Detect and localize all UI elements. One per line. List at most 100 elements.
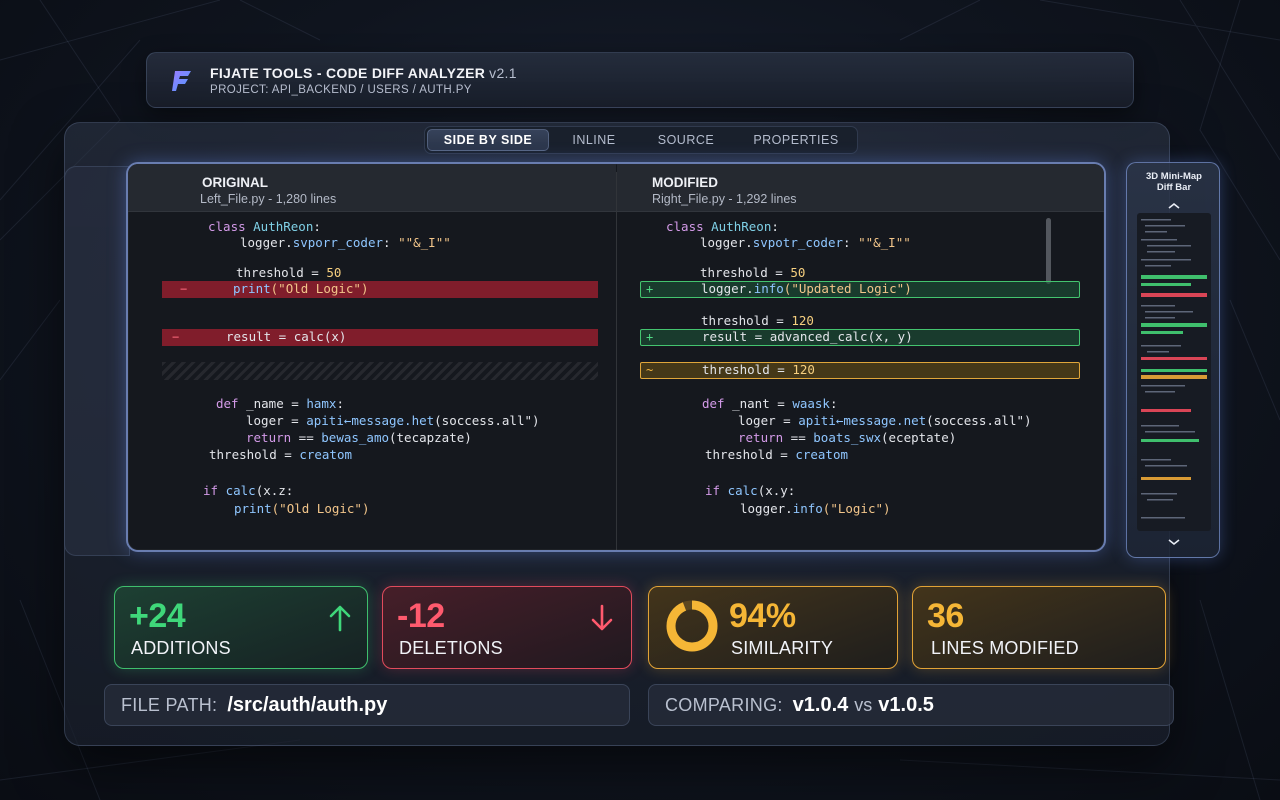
- code-token: (x.y:: [757, 483, 796, 498]
- code-line: logger.svporr_coder: ""&_I"": [240, 235, 451, 251]
- additions-label: ADDITIONS: [131, 638, 231, 658]
- chevron-up-icon[interactable]: [1167, 201, 1181, 211]
- code-token: calc: [727, 483, 758, 498]
- code-token: 120: [792, 362, 815, 377]
- code-token: ""&_I"": [398, 235, 451, 250]
- tab-side-by-side[interactable]: SIDE BY SIDE: [427, 129, 549, 151]
- code-token: loger =: [246, 413, 307, 428]
- code-token: 120: [791, 313, 814, 328]
- lines-modified-card: 36 LINES MODIFIED: [912, 586, 1166, 669]
- code-token: info: [753, 281, 784, 296]
- code-token: logger.: [701, 281, 754, 296]
- comparing-label: COMPARING:: [665, 694, 783, 715]
- code-line: threshold = 120: [702, 362, 815, 378]
- code-token: waask: [792, 396, 830, 411]
- code-token: calc: [225, 483, 256, 498]
- file-path-bar: FILE PATH: /src/auth/auth.py: [104, 684, 630, 726]
- code-token: ("Old Logic"): [270, 281, 369, 296]
- code-token: 50: [326, 265, 342, 280]
- code-token: :: [771, 219, 779, 234]
- code-token: ("Old Logic"): [271, 501, 370, 516]
- code-token: bewas_amo: [321, 430, 389, 445]
- deletions-label: DELETIONS: [399, 638, 503, 658]
- view-tabs: SIDE BY SIDE INLINE SOURCE PROPERTIES: [424, 126, 858, 154]
- app-logo-icon: [172, 71, 191, 91]
- code-token: threshold =: [705, 447, 796, 462]
- code-line: if calc(x.y:: [705, 483, 795, 499]
- tab-properties[interactable]: PROPERTIES: [737, 129, 855, 151]
- additions-card: +24 ADDITIONS: [114, 586, 368, 669]
- mini-map-preview[interactable]: [1137, 213, 1211, 531]
- code-token: logger.: [240, 235, 293, 250]
- code-token: ""&_I"": [858, 235, 911, 250]
- code-line: return == boats_swx(eceptate): [738, 430, 956, 446]
- code-token: threshold =: [236, 265, 327, 280]
- code-token: :: [313, 219, 321, 234]
- code-token: if: [203, 483, 226, 498]
- code-line: threshold = 50: [236, 265, 341, 281]
- code-token: AuthReon: [711, 219, 772, 234]
- code-line: result = calc(x): [226, 329, 347, 344]
- code-token: 50: [790, 265, 806, 280]
- mini-map-title-line: Diff Bar: [1156, 182, 1192, 193]
- code-token: info: [792, 501, 823, 516]
- similarity-label: SIMILARITY: [731, 638, 834, 658]
- code-token: class: [208, 219, 254, 234]
- editor-scrollbar[interactable]: [1046, 218, 1051, 284]
- code-token: =: [769, 396, 793, 411]
- code-token: boats_swx: [813, 430, 881, 445]
- code-line: def _nant = waask:: [702, 396, 838, 412]
- modified-pane-header: MODIFIED Right_File.py - 1,292 lines: [617, 164, 1104, 212]
- original-title: ORIGINAL: [202, 175, 268, 190]
- code-token: _nant: [732, 396, 770, 411]
- arrow-up-icon: [329, 605, 351, 632]
- code-token: def: [702, 396, 733, 411]
- code-line: threshold = creatom: [705, 447, 848, 463]
- mini-map-lines: [1141, 219, 1207, 519]
- side-rail: [64, 166, 130, 556]
- code-token: (eceptate): [881, 430, 957, 445]
- deletions-value: -12: [397, 597, 445, 635]
- code-line: class AuthReon:: [208, 219, 321, 235]
- code-token: AuthReon: [253, 219, 314, 234]
- tab-inline[interactable]: INLINE: [553, 129, 635, 151]
- additions-value: +24: [129, 597, 186, 635]
- code-token: threshold =: [701, 313, 792, 328]
- similarity-value: 94%: [729, 597, 796, 635]
- deletions-card: -12 DELETIONS: [382, 586, 632, 669]
- modification-marker: ~: [646, 363, 654, 377]
- code-line: loger = apiti←message.net(soccess.all"): [738, 413, 1032, 429]
- code-line: def _name = hamx:: [216, 396, 344, 412]
- diff-editor: ORIGINAL Left_File.py - 1,280 lines MODI…: [126, 162, 1106, 552]
- code-token: apiti←message.het: [306, 413, 435, 428]
- tab-source[interactable]: SOURCE: [639, 129, 733, 151]
- code-token: :: [829, 396, 838, 411]
- code-token: svporr_coder: [292, 235, 383, 250]
- file-path-value[interactable]: /src/auth/auth.py: [227, 694, 387, 717]
- code-token: threshold =: [700, 265, 791, 280]
- empty-placeholder-line: [162, 362, 598, 380]
- arrow-down-icon: [591, 604, 613, 631]
- original-pane-header: ORIGINAL Left_File.py - 1,280 lines: [128, 164, 616, 212]
- code-token: _name: [246, 396, 284, 411]
- code-token: print: [233, 281, 271, 296]
- code-token: print: [234, 501, 272, 516]
- code-line: print("Old Logic"): [234, 501, 369, 517]
- project-breadcrumb: PROJECT: API_BACKEND / USERS / AUTH.PY: [210, 84, 472, 96]
- chevron-down-icon[interactable]: [1167, 537, 1181, 547]
- code-token: class: [666, 219, 712, 234]
- code-token: ==: [291, 430, 322, 445]
- code-token: (soccess.all"): [434, 413, 540, 428]
- lines-modified-label: LINES MODIFIED: [931, 638, 1079, 658]
- code-token: logger.: [700, 235, 753, 250]
- code-line: logger.info("Updated Logic"): [701, 281, 912, 297]
- version-a[interactable]: v1.0.4: [793, 694, 849, 717]
- code-token: def: [216, 396, 247, 411]
- version-b[interactable]: v1.0.5: [878, 694, 934, 717]
- code-token: ("Updated Logic"): [783, 281, 912, 296]
- code-token: hamx: [306, 396, 337, 411]
- deletion-marker: −: [172, 330, 180, 344]
- code-token: svpotr_coder: [752, 235, 843, 250]
- deleted-line-band: [162, 281, 598, 298]
- code-token: logger.: [740, 501, 793, 516]
